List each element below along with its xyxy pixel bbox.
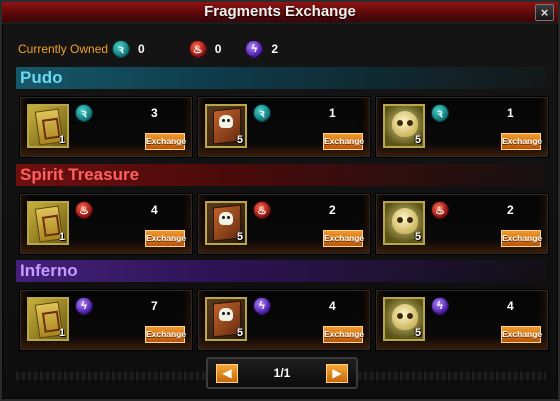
owned-pudo-count: 0	[138, 42, 145, 56]
skull-book-item-icon[interactable]: 5	[205, 297, 247, 341]
exchange-button[interactable]: Exchange	[145, 133, 186, 150]
exchange-slot: 5 ꝛ 1 Exchange	[198, 97, 370, 157]
item-stack: 5	[236, 134, 243, 146]
item-stack: 1	[58, 134, 65, 146]
card-item-icon[interactable]: 1	[27, 297, 69, 341]
inferno-fragment-icon: ϟ	[245, 40, 264, 58]
exchange-button[interactable]: Exchange	[323, 230, 364, 247]
fragment-cost: 2	[329, 203, 336, 217]
exchange-button[interactable]: Exchange	[501, 326, 542, 343]
section-inferno-header: Inferno	[16, 260, 546, 282]
fragment-cost: 1	[507, 106, 514, 120]
skull-book-item-icon[interactable]: 5	[205, 201, 247, 245]
exchange-button[interactable]: Exchange	[323, 133, 364, 150]
golden-skull-item-icon[interactable]: 5	[383, 104, 425, 148]
skull-book-item-icon[interactable]: 5	[205, 104, 247, 148]
golden-skull-item-icon[interactable]: 5	[383, 201, 425, 245]
owned-spirit-count: 0	[214, 42, 222, 56]
currently-owned-bar: Currently Owned ꝛ 0 ♨ 0 ϟ 2	[18, 40, 302, 58]
exchange-button[interactable]: Exchange	[501, 230, 542, 247]
inferno-fragment-icon: ϟ	[253, 297, 271, 315]
fragment-cost: 4	[507, 299, 514, 313]
fragment-cost: 2	[507, 203, 514, 217]
item-stack: 5	[414, 327, 421, 339]
item-stack: 1	[58, 231, 65, 243]
exchange-button[interactable]: Exchange	[145, 230, 186, 247]
inferno-fragment-icon: ϟ	[75, 297, 93, 315]
owned-spirit: ♨ 0	[188, 40, 222, 58]
pudo-fragment-icon: ꝛ	[75, 104, 93, 122]
card-item-icon[interactable]: 1	[27, 104, 69, 148]
section-spirit-treasure-header: Spirit Treasure	[16, 164, 546, 186]
spirit-fragment-icon: ♨	[188, 40, 207, 58]
item-stack: 5	[236, 231, 243, 243]
exchange-slot: 1 ꝛ 3 Exchange	[20, 97, 192, 157]
fragment-cost: 7	[151, 299, 158, 313]
exchange-slot: 5 ꝛ 1 Exchange	[376, 97, 548, 157]
exchange-slot: 1 ϟ 7 Exchange	[20, 290, 192, 350]
owned-pudo: ꝛ 0	[112, 40, 145, 58]
exchange-slot: 1 ♨ 4 Exchange	[20, 194, 192, 254]
spirit-fragment-icon: ♨	[253, 201, 271, 219]
exchange-button[interactable]: Exchange	[323, 326, 364, 343]
exchange-button[interactable]: Exchange	[501, 133, 542, 150]
fragments-exchange-window: Fragments Exchange × Currently Owned ꝛ 0…	[0, 0, 560, 401]
currently-owned-label: Currently Owned	[18, 42, 109, 56]
pagination: ◀ 1/1 ▶	[206, 357, 358, 389]
pudo-fragment-icon: ꝛ	[253, 104, 271, 122]
fragment-cost: 4	[329, 299, 336, 313]
owned-inferno-count: 2	[271, 42, 279, 56]
item-stack: 5	[236, 327, 243, 339]
fragment-cost: 3	[151, 106, 158, 120]
exchange-slot: 5 ϟ 4 Exchange	[198, 290, 370, 350]
section-pudo-header: Pudo	[16, 67, 546, 89]
exchange-slot: 5 ♨ 2 Exchange	[376, 194, 548, 254]
item-stack: 5	[414, 134, 421, 146]
close-button[interactable]: ×	[535, 4, 554, 21]
golden-skull-item-icon[interactable]: 5	[383, 297, 425, 341]
fragment-cost: 1	[329, 106, 336, 120]
pudo-fragment-icon: ꝛ	[112, 40, 131, 58]
item-stack: 5	[414, 231, 421, 243]
card-item-icon[interactable]: 1	[27, 201, 69, 245]
exchange-button[interactable]: Exchange	[145, 326, 186, 343]
item-stack: 1	[58, 327, 65, 339]
exchange-slot: 5 ϟ 4 Exchange	[376, 290, 548, 350]
spirit-fragment-icon: ♨	[431, 201, 449, 219]
pudo-fragment-icon: ꝛ	[431, 104, 449, 122]
window-title: Fragments Exchange	[2, 2, 558, 24]
next-page-button[interactable]: ▶	[326, 364, 348, 383]
inferno-fragment-icon: ϟ	[431, 297, 449, 315]
fragment-cost: 4	[151, 203, 158, 217]
spirit-fragment-icon: ♨	[75, 201, 93, 219]
page-indicator: 1/1	[273, 366, 291, 380]
exchange-slot: 5 ♨ 2 Exchange	[198, 194, 370, 254]
prev-page-button[interactable]: ◀	[216, 364, 238, 383]
owned-inferno: ϟ 2	[245, 40, 278, 58]
